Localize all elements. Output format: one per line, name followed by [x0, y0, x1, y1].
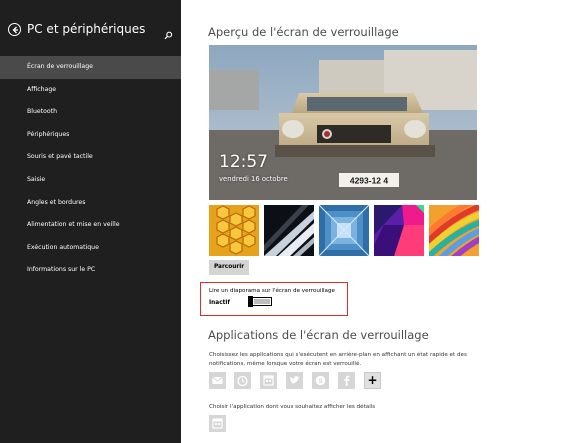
lock-time: 12:57: [219, 152, 268, 172]
thumbnail-colored-pencils[interactable]: [429, 205, 479, 256]
sidebar-item-display[interactable]: Affichage: [0, 79, 181, 102]
slideshow-setting: Lire un diaporama sur l'écran de verroui…: [200, 282, 348, 316]
apps-heading: Applications de l'écran de verrouillage: [208, 328, 429, 342]
mail-icon[interactable]: [209, 372, 226, 389]
sidebar-item-pc-info[interactable]: Informations sur le PC: [0, 259, 181, 282]
thumbnail-geometric-color[interactable]: [374, 205, 424, 256]
sidebar-item-power-sleep[interactable]: Alimentation et mise en veille: [0, 214, 181, 237]
plus-icon: +: [367, 373, 378, 387]
calendar-icon[interactable]: [260, 372, 277, 389]
sidebar-item-bluetooth[interactable]: Bluetooth: [0, 101, 181, 124]
sidebar-item-autoplay[interactable]: Exécution automatique: [0, 237, 181, 260]
add-app-button[interactable]: +: [364, 372, 381, 389]
license-plate-text: 4293-12 4: [350, 176, 389, 186]
thumbnail-piano-keys[interactable]: [264, 205, 314, 256]
browse-button[interactable]: Parcourir: [209, 260, 249, 275]
details-app-label: Choisir l'application dont vous souhaite…: [209, 404, 376, 410]
slideshow-label: Lire un diaporama sur l'écran de verroui…: [209, 288, 335, 294]
toggle-track: [254, 299, 270, 304]
lock-date: vendredi 16 octobre: [219, 175, 288, 183]
facebook-icon[interactable]: [338, 372, 355, 389]
slideshow-toggle[interactable]: [248, 296, 272, 307]
thumbnail-honeycomb[interactable]: [209, 205, 259, 256]
sidebar-item-typing[interactable]: Saisie: [0, 169, 181, 192]
back-arrow-icon: [12, 26, 18, 34]
sidebar-item-mouse-touchpad[interactable]: Souris et pavé tactile: [0, 146, 181, 169]
sidebar-item-devices[interactable]: Périphériques: [0, 124, 181, 147]
lock-screen-preview: 4293-12 4 12:57 vendredi 16 octobre: [209, 45, 477, 200]
alarm-icon[interactable]: [234, 372, 251, 389]
twitter-icon[interactable]: [286, 372, 303, 389]
toggle-thumb[interactable]: [248, 296, 253, 307]
svg-text:S: S: [318, 378, 323, 385]
apps-description: Choisissez les applications qui s'exécut…: [209, 352, 467, 367]
sidebar-nav: Écran de verrouillage Affichage Bluetoot…: [0, 56, 181, 282]
skype-icon[interactable]: S: [312, 372, 329, 389]
thumbnail-tunnel[interactable]: [319, 205, 369, 256]
back-button[interactable]: [8, 23, 21, 36]
details-app-slot[interactable]: [209, 415, 226, 432]
sidebar-header: PC et périphériques: [8, 22, 176, 42]
sidebar-item-corners-edges[interactable]: Angles et bordures: [0, 192, 181, 215]
main-content: Aperçu de l'écran de verrouillage 4293-1…: [181, 0, 568, 443]
calendar-icon: [212, 418, 223, 429]
sidebar-title: PC et périphériques: [27, 22, 146, 36]
preview-heading: Aperçu de l'écran de verrouillage: [208, 25, 399, 39]
search-icon[interactable]: [164, 25, 173, 44]
sidebar: PC et périphériques Écran de verrouillag…: [0, 0, 181, 443]
slideshow-state: Inactif: [209, 300, 230, 306]
sidebar-item-lock-screen[interactable]: Écran de verrouillage: [0, 56, 181, 79]
thumbnail-row: [209, 205, 481, 257]
